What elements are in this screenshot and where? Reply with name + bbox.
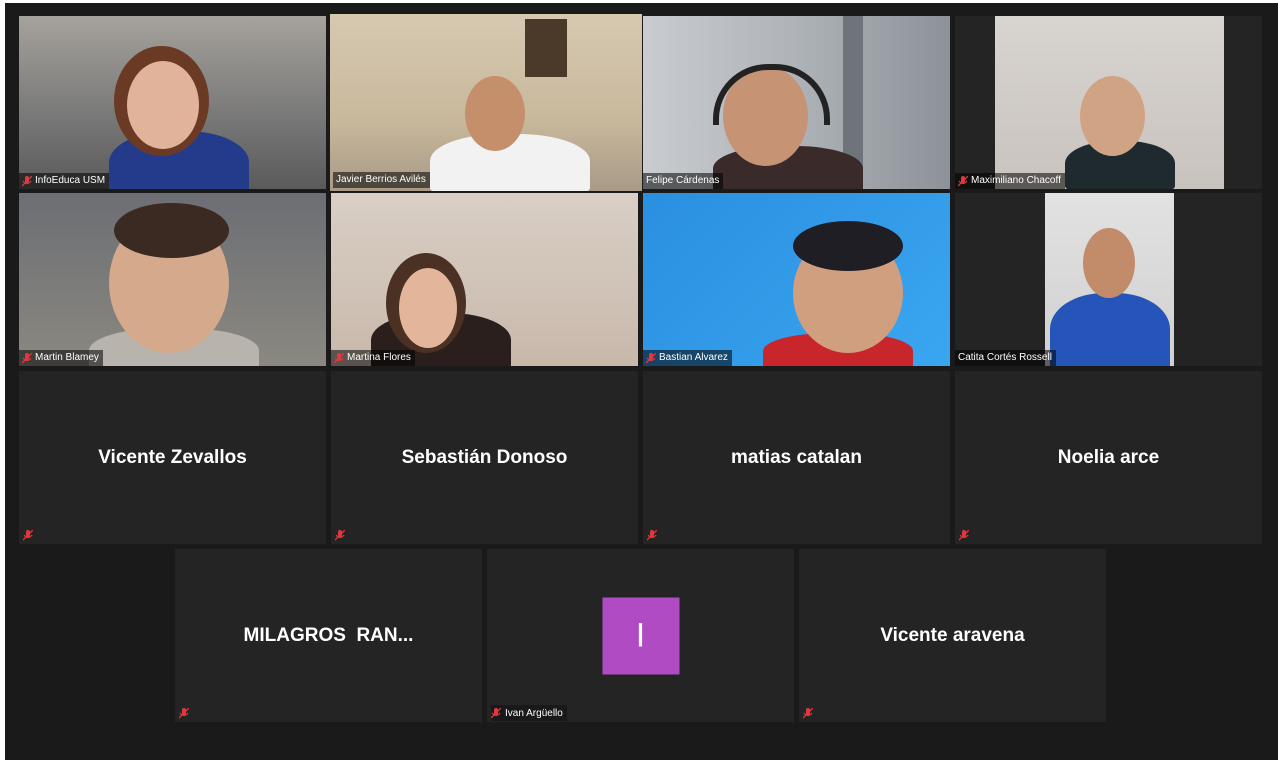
participant-name: InfoEduca USM: [35, 175, 106, 186]
video-feed: [995, 16, 1224, 189]
mic-muted-icon: [334, 352, 344, 364]
video-feed: [1045, 193, 1174, 366]
video-feed: [331, 193, 638, 366]
video-tile[interactable]: InfoEduca USM: [19, 16, 326, 189]
participant-name: Noelia arce: [1057, 446, 1160, 468]
mic-muted-icon: [22, 352, 32, 364]
video-tile[interactable]: Bastian Alvarez: [643, 193, 950, 366]
video-feed: [19, 193, 326, 366]
participant-name: Javier Berrios Avilés: [336, 174, 426, 185]
participant-name-tag: Ivan Argüello: [491, 705, 567, 721]
participant-tile[interactable]: Noelia arce: [955, 371, 1262, 544]
participant-name-tag: Javier Berrios Avilés: [333, 172, 430, 188]
participant-name-tag: Martina Flores: [331, 350, 415, 366]
video-feed: [19, 16, 326, 189]
gallery-view: InfoEduca USM Javier Berrios Avilés Feli…: [5, 3, 1278, 760]
participant-name: matias catalan: [731, 446, 862, 468]
participant-name: Ivan Argüello: [505, 707, 563, 719]
avatar-initial: I: [635, 616, 646, 654]
participant-name: Martin Blamey: [35, 352, 99, 363]
video-feed: [643, 16, 950, 189]
mic-muted-icon: [334, 528, 346, 541]
participant-name: Vicente Zevallos: [98, 446, 247, 468]
video-tile-active-speaker[interactable]: Javier Berrios Avilés: [330, 14, 642, 191]
participant-tile[interactable]: I Ivan Argüello: [487, 549, 794, 722]
participant-name: Sebastián Donoso: [401, 446, 568, 468]
participant-name-tag: InfoEduca USM: [19, 173, 110, 189]
participant-name: Vicente aravena: [880, 624, 1025, 646]
video-feed: [643, 193, 950, 366]
video-tile[interactable]: Felipe Cárdenas: [643, 16, 950, 189]
participant-name-tag: Catita Cortés Rossell: [955, 350, 1056, 366]
participant-tile[interactable]: matias catalan: [643, 371, 950, 544]
participant-name: MILAGROS RAN...: [243, 624, 414, 646]
video-tile[interactable]: Martina Flores: [331, 193, 638, 366]
video-feed: [330, 14, 642, 191]
video-tile[interactable]: Maximiliano Chacoff: [955, 16, 1262, 189]
mic-muted-icon: [802, 706, 814, 719]
participant-name: Martina Flores: [347, 352, 411, 363]
participant-name-tag: Bastian Alvarez: [643, 350, 732, 366]
participant-name: Felipe Cárdenas: [646, 175, 720, 186]
video-tile[interactable]: Martin Blamey: [19, 193, 326, 366]
participant-name-tag: Martin Blamey: [19, 350, 103, 366]
participant-name: Catita Cortés Rossell: [958, 352, 1052, 363]
participant-name-tag: Maximiliano Chacoff: [955, 173, 1065, 189]
participant-tile[interactable]: Vicente aravena: [799, 549, 1106, 722]
avatar: I: [602, 597, 679, 674]
mic-muted-icon: [958, 175, 968, 187]
participant-tile[interactable]: Sebastián Donoso: [331, 371, 638, 544]
mic-muted-icon: [646, 528, 658, 541]
mic-muted-icon: [178, 706, 190, 719]
participant-name: Bastian Alvarez: [659, 352, 728, 363]
participant-name: Maximiliano Chacoff: [971, 175, 1061, 186]
mic-muted-icon: [22, 528, 34, 541]
participant-tile[interactable]: MILAGROS RAN...: [175, 549, 482, 722]
mic-muted-icon: [491, 707, 501, 719]
participant-tile[interactable]: Vicente Zevallos: [19, 371, 326, 544]
video-tile[interactable]: Catita Cortés Rossell: [955, 193, 1262, 366]
mic-muted-icon: [958, 528, 970, 541]
participant-name-tag: Felipe Cárdenas: [643, 173, 724, 189]
mic-muted-icon: [22, 175, 32, 187]
mic-muted-icon: [646, 352, 656, 364]
